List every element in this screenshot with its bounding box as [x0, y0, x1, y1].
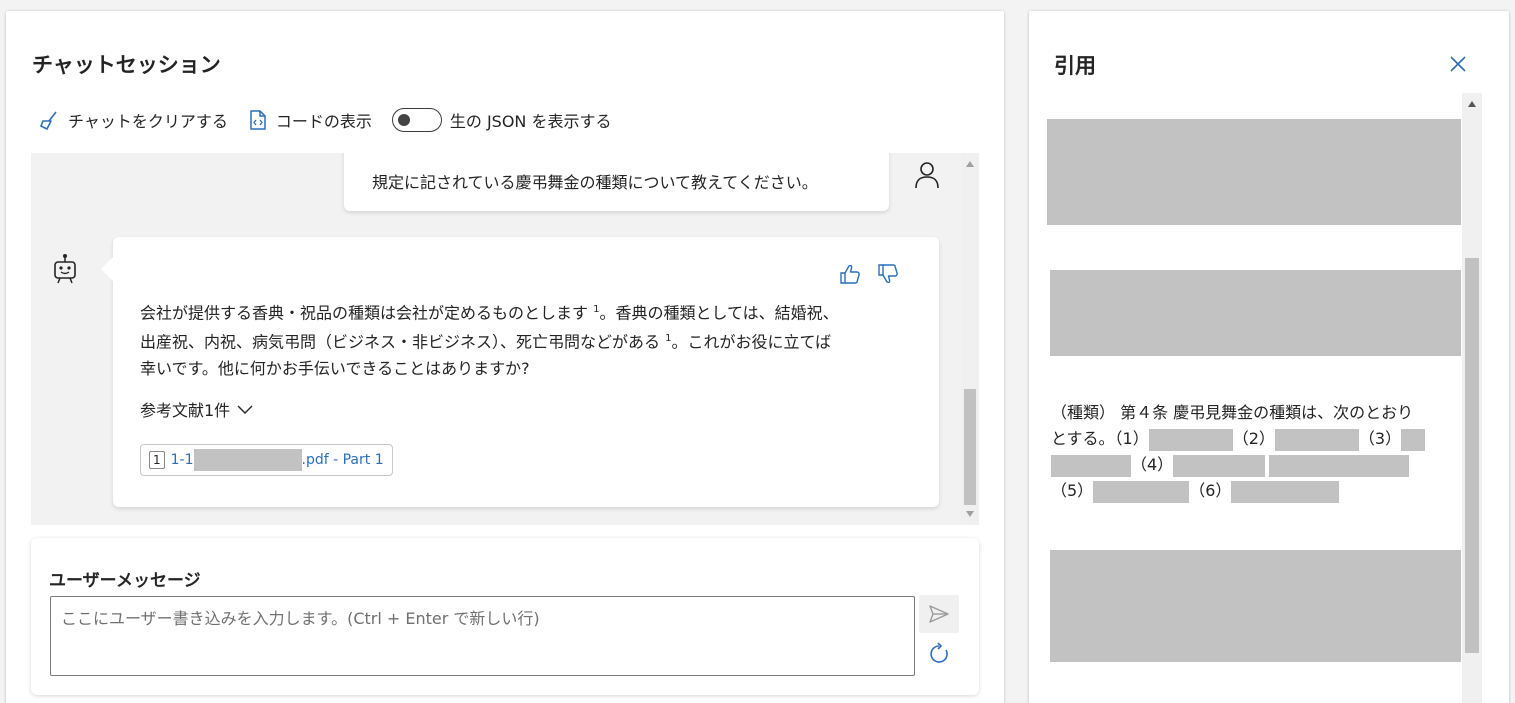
citation-line-1: （種類） 第４条 慶弔見舞金の種類は、次のとおり: [1051, 403, 1414, 422]
citation-line-2c: （3）: [1358, 429, 1402, 448]
show-code-label: コードの表示: [275, 112, 372, 131]
refresh-icon: [930, 642, 948, 663]
chat-messages-area: 規定に記されている慶弔舞金の種類について教えてください。 会社が提供する香典・祝…: [31, 153, 979, 525]
chat-toolbar: チャットをクリアする コードの表示 生の JSON を表示する: [38, 105, 611, 135]
citation-line-4b: （6）: [1189, 481, 1232, 500]
citation-line-2: とする。（1） （2） （3）: [1051, 426, 1461, 452]
citation-title: 引用: [1054, 54, 1096, 78]
bot-message-text: 会社が提供する香典・祝品の種類は会社が定めるものとします 1。香典の種類としては…: [140, 297, 915, 382]
chat-session-title: チャットセッション: [32, 53, 221, 77]
raw-json-label: 生の JSON を表示する: [449, 112, 612, 131]
bot-text-line1: 会社が提供する香典・祝品の種類は会社が定めるものとします: [140, 303, 589, 323]
redacted-block: [1401, 428, 1426, 451]
redacted-block: [193, 449, 302, 471]
bot-message-bubble: 会社が提供する香典・祝品の種類は会社が定めるものとします 1 。香典の種類としては…: [101, 237, 939, 507]
thumbs-down-icon[interactable]: [877, 263, 899, 285]
user-message-label: ユーザーメッセージ: [49, 571, 201, 591]
scroll-up-arrow[interactable]: [966, 161, 974, 167]
redacted-block: [1269, 454, 1410, 477]
citation-panel: 引用 （種類） 第４条 慶弔見舞金の種類は、次のとおり とする。（1） （2） （3…: [1029, 11, 1509, 703]
raw-json-toggle[interactable]: [391, 108, 442, 132]
thumbs-up-icon[interactable]: [839, 263, 861, 285]
user-message-text: 規定に記されている慶弔舞金の種類について教えてください。: [372, 173, 818, 192]
citation-text: （種類） 第４条 慶弔見舞金の種類は、次のとおり とする。（1） （2） （3） （…: [1051, 400, 1461, 504]
chat-scrollbar[interactable]: [961, 153, 979, 525]
show-code-button[interactable]: コードの表示: [248, 108, 372, 132]
redacted-block: [1231, 480, 1340, 503]
broom-icon: [40, 111, 57, 130]
scroll-thumb[interactable]: [964, 389, 976, 505]
user-avatar-icon: [914, 161, 940, 193]
user-message-bubble: 規定に記されている慶弔舞金の種類について教えてください。: [344, 153, 889, 211]
reference-name-suffix: .pdf - Part 1: [301, 452, 384, 468]
scroll-up-arrow[interactable]: [1468, 101, 1476, 107]
close-icon: [1450, 56, 1466, 72]
redacted-block: [1148, 428, 1233, 451]
reference-name-prefix: 1-1: [170, 452, 194, 468]
chevron-down-icon: [237, 405, 253, 414]
reference-number: 1: [149, 451, 165, 469]
user-message-input[interactable]: [50, 596, 915, 676]
redacted-block: [1051, 454, 1131, 477]
send-button[interactable]: [919, 595, 959, 633]
redacted-block: [1047, 119, 1461, 225]
scroll-down-arrow[interactable]: [966, 511, 974, 517]
citation-line-4: （5） （6）: [1051, 478, 1461, 504]
code-file-icon: [250, 110, 266, 130]
close-citation-button[interactable]: [1449, 55, 1467, 77]
feedback-buttons: [839, 263, 899, 285]
citation-line-3a: （4）: [1131, 455, 1174, 474]
bot-text-line2b: 。これがお役に立てば: [671, 332, 832, 352]
clear-chat-button[interactable]: チャットをクリアする: [38, 108, 228, 132]
redacted-block: [1274, 428, 1359, 451]
send-icon: [929, 605, 949, 623]
citation-line-4a: （5）: [1051, 481, 1094, 500]
refresh-button[interactable]: [927, 642, 951, 670]
references-label: 参考文献1件: [140, 401, 231, 420]
user-message-card: ユーザーメッセージ: [31, 538, 979, 695]
citation-line-2b: （2）: [1232, 429, 1275, 448]
redacted-block: [1173, 454, 1266, 477]
citation-line-2a: とする。（1）: [1051, 429, 1149, 448]
redacted-block: [1050, 270, 1461, 356]
bot-text-line2: 出産祝、内祝、病気弔問（ビジネス・非ビジネス）、死亡弔問などがある: [140, 332, 661, 352]
bot-text-line1b: 。香典の種類としては、結婚祝、: [599, 303, 839, 323]
citation-line-3: （4）: [1051, 452, 1461, 478]
bot-text-line3: 幸いです。他に何かお手伝いできることはありますか?: [140, 358, 530, 378]
citation-scrollbar[interactable]: [1462, 93, 1482, 703]
clear-chat-label: チャットをクリアする: [68, 112, 228, 131]
bot-avatar-icon: [51, 253, 79, 289]
references-toggle[interactable]: 参考文献1件: [140, 397, 254, 421]
toggle-knob: [397, 114, 410, 126]
redacted-block: [1093, 480, 1190, 503]
redacted-block: [1050, 550, 1461, 662]
chat-session-panel: チャットセッション チャットをクリアする コードの表示 生の JSON を表示す…: [6, 11, 1004, 703]
scroll-thumb[interactable]: [1465, 258, 1479, 653]
reference-chip[interactable]: 1 1-1 .pdf - Part 1: [140, 444, 393, 476]
